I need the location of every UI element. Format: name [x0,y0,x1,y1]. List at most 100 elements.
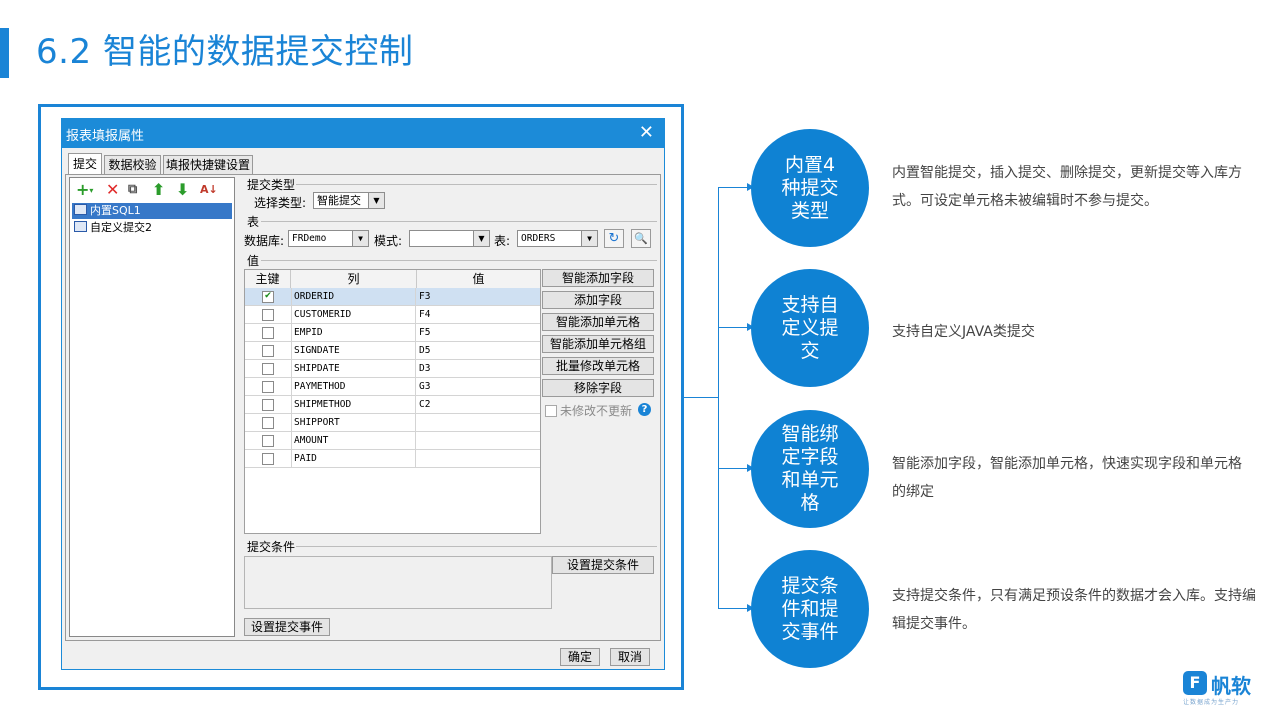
value-cell[interactable]: F4 [419,306,539,323]
primary-key-checkbox[interactable] [262,399,274,411]
schema-label: 模式: [374,234,403,248]
remove-field-button[interactable]: 移除字段 [542,379,654,397]
column-cell[interactable]: SHIPPORT [291,414,416,431]
feature-circle-condition-event: 提交条件和提交事件 [751,550,869,668]
primary-key-checkbox[interactable]: ✔ [262,291,274,303]
column-cell[interactable]: ORDERID [291,288,416,305]
unchanged-no-update-checkbox[interactable] [545,405,557,417]
submit-list-pane: +▾ ✕ ⧉ ⬆ ⬇ A↓ 内置SQL1 自定义提交2 [69,177,235,637]
table-row[interactable]: CUSTOMERID F4 [245,306,540,324]
primary-key-checkbox[interactable] [262,381,274,393]
help-icon[interactable]: ? [638,403,651,416]
ok-button[interactable]: 确定 [560,648,600,666]
value-cell[interactable]: D5 [419,342,539,359]
primary-key-checkbox[interactable] [262,309,274,321]
tab-data-validation[interactable]: 数据校验 [104,155,161,174]
table-row[interactable]: PAYMETHOD G3 [245,378,540,396]
field-mapping-table: 主键 列 值 ✔ ORDERID F3 CUSTOMERID F4 EMPID … [244,269,541,534]
primary-key-checkbox[interactable] [262,435,274,447]
feature-title: 内置4种提交类型 [781,153,839,222]
refresh-icon[interactable]: ↻ [604,229,624,248]
feature-description: 内置智能提交，插入提交、删除提交，更新提交等入库方式。可设定单元格未被编辑时不参… [892,165,1242,209]
tree-item-label: 自定义提交2 [90,221,152,234]
tab-submit[interactable]: 提交 [68,153,102,175]
batch-modify-cells-button[interactable]: 批量修改单元格 [542,357,654,375]
tree-item-custom-submit[interactable]: 自定义提交2 [72,220,232,236]
value-cell[interactable]: C2 [419,396,539,413]
database-select[interactable]: FRDemo ▼ [288,230,369,247]
table-row[interactable]: ✔ ORDERID F3 [245,288,540,306]
feature-title: 智能绑定字段和单元格 [781,423,839,514]
add-field-button[interactable]: 添加字段 [542,291,654,309]
table-row[interactable]: SHIPMETHOD C2 [245,396,540,414]
select-type-label: 选择类型: [254,196,307,210]
sql-icon [74,204,87,215]
column-cell[interactable]: SHIPDATE [291,360,416,377]
chevron-down-icon: ▼ [368,193,384,208]
column-cell[interactable]: EMPID [291,324,416,341]
submit-type-value: 智能提交 [317,194,361,207]
column-cell[interactable]: SIGNDATE [291,342,416,359]
value-cell[interactable] [419,414,539,431]
feature-circle-submit-types: 内置4种提交类型 [751,129,869,247]
connector-line [684,397,719,398]
submit-type-select[interactable]: 智能提交 ▼ [313,192,385,209]
cancel-button[interactable]: 取消 [610,648,650,666]
dialog-title: 报表填报属性 [66,129,145,144]
primary-key-checkbox[interactable] [262,417,274,429]
smart-add-cell-button[interactable]: 智能添加单元格 [542,313,654,331]
primary-key-checkbox[interactable] [262,345,274,357]
move-up-icon[interactable]: ⬆ [152,180,165,200]
header-value: 值 [472,272,485,286]
smart-add-field-button[interactable]: 智能添加字段 [542,269,654,287]
value-cell[interactable]: F3 [419,288,539,305]
table-row[interactable]: SIGNDATE D5 [245,342,540,360]
value-cell[interactable] [419,450,539,467]
move-down-icon[interactable]: ⬇ [176,180,189,200]
delete-icon[interactable]: ✕ [106,180,119,200]
column-cell[interactable]: AMOUNT [291,432,416,449]
set-condition-button[interactable]: 设置提交条件 [552,556,654,574]
value-cell[interactable] [419,432,539,449]
add-icon[interactable]: +▾ [76,180,93,201]
column-cell[interactable]: SHIPMETHOD [291,396,416,413]
table-row[interactable]: SHIPDATE D3 [245,360,540,378]
feature-circle-smart-binding: 智能绑定字段和单元格 [751,410,869,528]
feature-description: 支持提交条件，只有满足预设条件的数据才会入库。支持编辑提交事件。 [892,588,1256,632]
tree-item-builtin-sql[interactable]: 内置SQL1 [72,203,232,219]
brand-logo: F 帆软 让数据成为生产力 [1183,669,1267,709]
title-accent-bar [0,28,9,78]
slide-title: 6.2 智能的数据提交控制 [36,32,414,72]
column-cell[interactable]: CUSTOMERID [291,306,416,323]
table-row[interactable]: SHIPPORT [245,414,540,432]
primary-key-checkbox[interactable] [262,453,274,465]
value-cell[interactable]: D3 [419,360,539,377]
table-row[interactable]: AMOUNT [245,432,540,450]
submit-type-section-label: 提交类型 [247,178,296,192]
preview-table-icon[interactable]: 🔍 [631,229,651,248]
table-header: 主键 列 值 [245,270,540,289]
custom-submit-icon [74,221,87,232]
schema-select[interactable]: ▼ [409,230,490,247]
table-select[interactable]: ORDERS ▼ [517,230,598,247]
feature-title: 支持自定义提交 [781,293,839,362]
tab-shortcut-settings[interactable]: 填报快捷键设置 [163,155,253,174]
value-cell[interactable]: F5 [419,324,539,341]
set-submit-event-button[interactable]: 设置提交事件 [244,618,330,636]
table-row[interactable]: EMPID F5 [245,324,540,342]
dialog-titlebar: 报表填报属性 ✕ [62,119,664,148]
condition-display-box [244,556,552,609]
column-cell[interactable]: PAYMETHOD [291,378,416,395]
table-row[interactable]: PAID [245,450,540,468]
primary-key-checkbox[interactable] [262,327,274,339]
value-cell[interactable]: G3 [419,378,539,395]
table-section-label: 表 [247,215,260,229]
smart-add-cell-group-button[interactable]: 智能添加单元格组 [542,335,654,353]
column-cell[interactable]: PAID [291,450,416,467]
logo-mark: F [1183,671,1207,695]
primary-key-checkbox[interactable] [262,363,274,375]
close-icon[interactable]: ✕ [639,122,654,143]
copy-icon[interactable]: ⧉ [128,180,137,200]
value-section-label: 值 [247,254,260,268]
sort-icon[interactable]: A↓ [200,180,218,200]
